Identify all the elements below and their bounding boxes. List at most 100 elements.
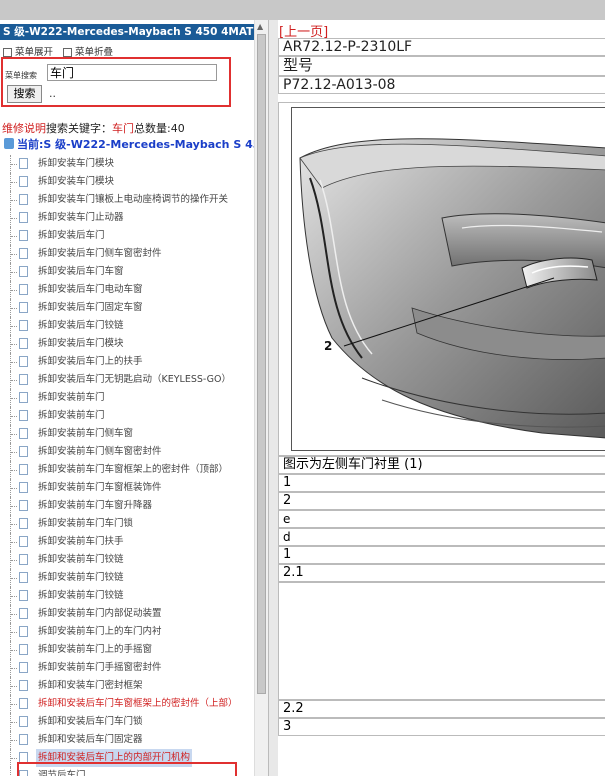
tree-connector [10,569,19,587]
tree-item-label[interactable]: 拆卸安装车门模块 [38,155,114,173]
tree-item[interactable]: 拆卸安装前车门车窗框架上的密封件（顶部） [0,461,254,479]
tree-connector [10,443,19,461]
tree-item-label[interactable]: 拆卸安装车门止动器 [38,209,124,227]
tree-item[interactable]: 拆卸安装前车门上的手摇窗 [0,641,254,659]
tree-item-label[interactable]: 拆卸安装后车门车窗 [38,263,124,281]
tree-item[interactable]: 拆卸安装车门模块 [0,155,254,173]
tree-item-label[interactable]: 拆卸安装前车门车窗升降器 [38,497,152,515]
tree-item-label[interactable]: 拆卸安装前车门 [38,407,105,425]
frame-divider[interactable] [268,20,278,776]
tree-item[interactable]: 拆卸安装前车门上的车门内衬 [0,623,254,641]
tree-connector [10,479,19,497]
tree-item[interactable]: 拆卸安装后车门上的扶手 [0,353,254,371]
tree-item[interactable]: 拆卸安装车门止动器 [0,209,254,227]
tree-item[interactable]: 拆卸安装前车门侧车窗 [0,425,254,443]
tree-item-label[interactable]: 拆卸和安装后车门车门锁 [38,713,143,731]
tree-item-label[interactable]: 拆卸安装后车门模块 [38,335,124,353]
scroll-up-arrow-icon[interactable]: ▲ [257,22,263,31]
tree-connector [10,335,19,353]
tree-item-label[interactable]: 拆卸安装前车门扶手 [38,533,124,551]
tree-item-label[interactable]: 拆卸安装车门镶板上电动座椅调节的操作开关 [38,191,228,209]
tree-item[interactable]: 拆卸安装后车门 [0,227,254,245]
tree-item-label[interactable]: 拆卸安装前车门车窗框架上的密封件（顶部） [38,461,228,479]
tree-item-label[interactable]: 拆卸和安装后车门固定器 [38,731,143,749]
current-node[interactable]: 当前:S 级-W222-Mercedes-Maybach S 450 4MATI… [4,136,268,152]
tree-item-label[interactable]: 拆卸安装后车门上的扶手 [38,353,143,371]
tree-item-label[interactable]: 拆卸安装后车门铰链 [38,317,124,335]
tree-item[interactable]: 拆卸安装前车门铰链 [0,551,254,569]
tree-item[interactable]: 拆卸安装车门模块 [0,173,254,191]
tree-connector [10,407,19,425]
browser-top-bar [0,0,605,20]
document-icon [19,158,28,169]
tree-connector [10,191,19,209]
tree-connector [10,263,19,281]
selected-item-highlight [17,762,237,776]
tree-item[interactable]: 拆卸安装前车门车窗升降器 [0,497,254,515]
scroll-thumb[interactable] [257,34,266,694]
tree-item[interactable]: 拆卸安装前车门手摇窗密封件 [0,659,254,677]
tree-item[interactable]: 拆卸和安装后车门车窗框架上的密封件（上部） [0,695,254,713]
current-node-label: 当前:S 级-W222-Mercedes-Maybach S 450 4MATI… [17,138,268,151]
content-row: d [278,528,605,546]
tree-item-label[interactable]: 拆卸安装后车门无钥匙启动（KEYLESS-GO） [38,371,231,389]
tree-connector [10,227,19,245]
tree-item-label[interactable]: 拆卸安装前车门铰链 [38,551,124,569]
tree-item[interactable]: 拆卸安装后车门侧车窗密封件 [0,245,254,263]
tree-item[interactable]: 拆卸安装后车门铰链 [0,317,254,335]
tree-item[interactable]: 拆卸安装前车门车窗框装饰件 [0,479,254,497]
tree-item[interactable]: 拆卸和安装后车门车门锁 [0,713,254,731]
tree-item-label[interactable]: 拆卸安装前车门上的车门内衬 [38,623,162,641]
summary-middle: 搜索关键字： [46,122,112,135]
tree-item-label[interactable]: 拆卸安装后车门侧车窗密封件 [38,245,162,263]
tree-item[interactable]: 拆卸安装前车门扶手 [0,533,254,551]
tree-item-label[interactable]: 拆卸安装前车门车门锁 [38,515,133,533]
result-tree: 拆卸安装车门模块 拆卸安装车门模块 拆卸安装车门镶板上电动座椅调节的操作开关 拆卸安装… [0,155,254,776]
document-icon [19,734,28,745]
tree-item-label[interactable]: 拆卸安装后车门固定车窗 [38,299,143,317]
tree-item[interactable]: 拆卸安装前车门铰链 [0,587,254,605]
menu-toggle-row: 菜单展开 菜单折叠 [3,44,113,58]
content-row: 1 [278,474,605,492]
tree-item[interactable]: 拆卸安装前车门铰链 [0,569,254,587]
tree-item[interactable]: 拆卸和安装车门密封框架 [0,677,254,695]
tree-item-label[interactable]: 拆卸安装前车门铰链 [38,587,124,605]
document-icon [19,176,28,187]
summary-keyword: 车门 [112,122,134,135]
tree-item-label[interactable]: 拆卸安装前车门手摇窗密封件 [38,659,162,677]
tree-item-label[interactable]: 拆卸安装车门模块 [38,173,114,191]
document-icon [19,716,28,727]
tree-item-label[interactable]: 拆卸安装前车门铰链 [38,569,124,587]
document-icon [19,680,28,691]
tree-connector [10,245,19,263]
collapse-icon [63,48,73,57]
tree-item[interactable]: 拆卸安装前车门 [0,389,254,407]
tree-item-label[interactable]: 拆卸安装前车门内部促动装置 [38,605,162,623]
tree-item-label[interactable]: 拆卸安装前车门侧车窗 [38,425,133,443]
tree-item[interactable]: 拆卸安装后车门电动车窗 [0,281,254,299]
tree-connector [10,389,19,407]
tree-item-label[interactable]: 拆卸安装前车门侧车窗密封件 [38,443,162,461]
tree-item[interactable]: 拆卸安装后车门无钥匙启动（KEYLESS-GO） [0,371,254,389]
tree-item[interactable]: 拆卸安装前车门侧车窗密封件 [0,443,254,461]
tree-item[interactable]: 拆卸安装前车门 [0,407,254,425]
tree-item-label[interactable]: 拆卸和安装后车门车窗框架上的密封件（上部） [38,695,238,713]
sidebar-scrollbar[interactable]: ▲ [254,20,268,776]
search-input[interactable] [47,64,217,81]
tree-item[interactable]: 拆卸和安装后车门固定器 [0,731,254,749]
tree-item[interactable]: 拆卸安装车门镶板上电动座椅调节的操作开关 [0,191,254,209]
tree-item-label[interactable]: 拆卸安装前车门车窗框装饰件 [38,479,162,497]
tree-item-label[interactable]: 拆卸和安装车门密封框架 [38,677,143,695]
tree-item[interactable]: 拆卸安装前车门内部促动装置 [0,605,254,623]
tree-item[interactable]: 拆卸安装后车门车窗 [0,263,254,281]
document-icon [19,284,28,295]
tree-item-label[interactable]: 拆卸安装前车门上的手摇窗 [38,641,152,659]
tree-item[interactable]: 拆卸安装后车门固定车窗 [0,299,254,317]
tree-connector [10,695,19,713]
tree-item[interactable]: 拆卸安装前车门车门锁 [0,515,254,533]
tree-item-label[interactable]: 拆卸安装后车门 [38,227,105,245]
tree-item[interactable]: 拆卸安装后车门模块 [0,335,254,353]
tree-item-label[interactable]: 拆卸安装前车门 [38,389,105,407]
search-button[interactable]: 搜索 [7,85,42,103]
tree-item-label[interactable]: 拆卸安装后车门电动车窗 [38,281,143,299]
